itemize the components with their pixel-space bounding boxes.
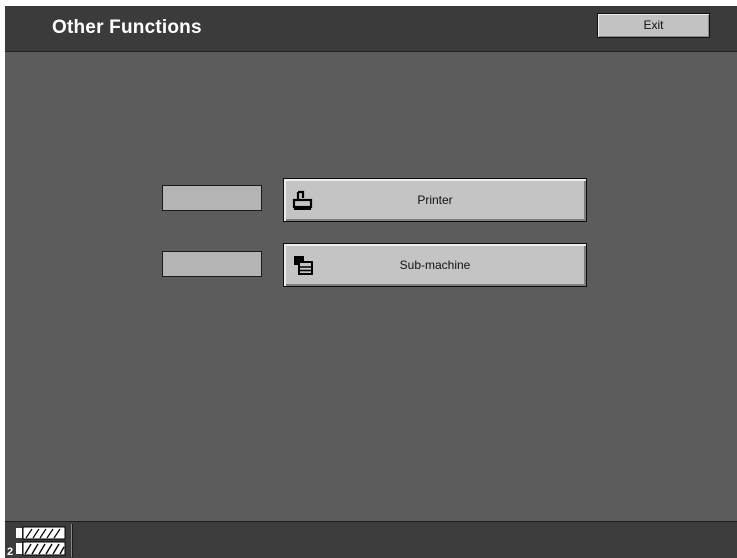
printer-button[interactable]: Printer xyxy=(283,178,587,222)
paper-tray-icon: 2 xyxy=(7,526,66,558)
footer-status-bar: 2 xyxy=(5,521,737,558)
printer-button-label: Printer xyxy=(417,193,453,207)
exit-button[interactable]: Exit xyxy=(597,13,710,38)
footer-divider xyxy=(71,524,73,557)
header-bar: Other Functions Exit xyxy=(5,6,737,52)
page-title: Other Functions xyxy=(52,17,202,38)
tray-number: 2 xyxy=(7,546,13,558)
printer-status-field xyxy=(162,185,262,211)
sub-machine-button-label: Sub-machine xyxy=(399,258,471,272)
sub-machine-status-field xyxy=(162,251,262,277)
sub-machine-button[interactable]: Sub-machine xyxy=(283,243,587,287)
other-functions-screen: Other Functions Exit Printer Sub-machine xyxy=(5,6,737,558)
